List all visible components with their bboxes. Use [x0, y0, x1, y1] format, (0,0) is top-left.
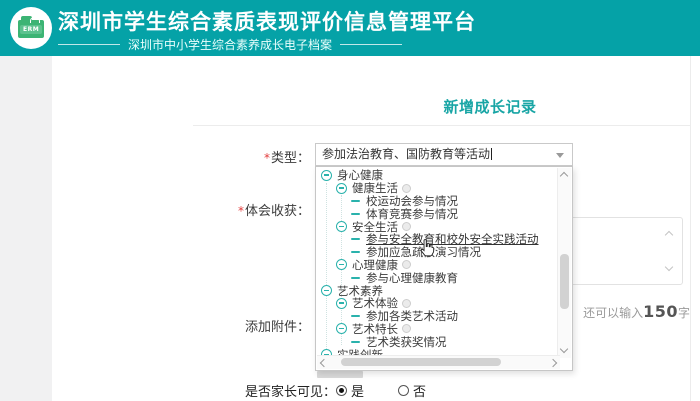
required-marker: *	[264, 151, 270, 165]
app-subtitle: 深圳市中小学生综合素养成长电子档案	[58, 36, 458, 53]
subtitle-line-left	[58, 44, 120, 45]
text-caret	[491, 148, 492, 160]
parent-visible-option[interactable]: 否	[398, 381, 426, 400]
scroll-right-icon[interactable]	[549, 359, 557, 367]
type-select-value: 参加法治教育、国防教育等活动	[322, 147, 490, 161]
subtitle-line-right	[340, 44, 402, 45]
section-divider	[193, 125, 690, 126]
collapse-icon[interactable]	[336, 183, 347, 194]
leaf-dash-icon	[351, 200, 360, 202]
collapse-icon[interactable]	[336, 323, 347, 334]
node-badge-icon	[402, 299, 411, 308]
folder-icon: ERM	[18, 20, 44, 38]
type-label: *类型：	[200, 147, 310, 166]
scrollbar-thumb[interactable]	[341, 358, 501, 366]
leaf-dash-icon	[351, 315, 360, 317]
collapse-icon[interactable]	[336, 221, 347, 232]
scroll-left-icon[interactable]	[320, 359, 328, 367]
attachment-label: 添加附件：	[200, 316, 310, 335]
experience-label: *体会收获：	[200, 200, 310, 219]
scroll-down-icon[interactable]	[665, 263, 673, 271]
collapsed-sidebar	[0, 56, 52, 401]
scroll-up-icon[interactable]	[665, 231, 673, 239]
collapse-icon[interactable]	[336, 259, 347, 270]
logo-text: ERM	[20, 25, 42, 34]
leaf-dash-icon	[351, 251, 360, 253]
scroll-down-icon[interactable]	[560, 345, 568, 353]
radio-icon[interactable]	[336, 385, 347, 396]
app-subtitle-text: 深圳市中小学生综合素养成长电子档案	[120, 36, 340, 53]
parent-visible-option[interactable]: 是	[336, 381, 364, 400]
horizontal-scrollbar[interactable]	[317, 355, 560, 369]
radio-label: 否	[413, 381, 426, 400]
parent-visible-label: 是否家长可见：	[245, 381, 336, 400]
app-title: 深圳市学生综合素质表现评价信息管理平台	[58, 6, 458, 36]
scrollbar-thumb[interactable]	[560, 254, 569, 309]
upload-button[interactable]	[317, 371, 363, 378]
scroll-up-icon[interactable]	[560, 172, 568, 180]
collapse-icon[interactable]	[336, 298, 347, 309]
node-badge-icon	[402, 222, 411, 231]
node-badge-icon	[402, 184, 411, 193]
leaf-dash-icon	[351, 238, 360, 240]
type-tree: 身心健康健康生活校运动会参与情况体育竞赛参与情况安全生活参与安全教育和校外安全实…	[318, 169, 558, 357]
parent-visible-row: 是否家长可见： 是 否	[245, 381, 460, 400]
page-scroll-edge	[690, 56, 691, 401]
vertical-scrollbar[interactable]	[557, 168, 571, 358]
radio-icon[interactable]	[398, 385, 409, 396]
app-logo-icon: ERM	[10, 7, 52, 49]
node-badge-icon	[402, 260, 411, 269]
type-dropdown-panel: 身心健康健康生活校运动会参与情况体育竞赛参与情况安全生活参与安全教育和校外安全实…	[315, 166, 573, 371]
leaf-dash-icon	[351, 213, 360, 215]
leaf-dash-icon	[351, 277, 360, 279]
collapse-icon[interactable]	[321, 170, 332, 181]
app-header: ERM 深圳市学生综合素质表现评价信息管理平台 深圳市中小学生综合素养成长电子档…	[0, 0, 700, 56]
page-title: 新增成长记录	[410, 96, 570, 117]
collapse-icon[interactable]	[321, 285, 332, 296]
app-window: ERM 深圳市学生综合素质表现评价信息管理平台 深圳市中小学生综合素养成长电子档…	[0, 0, 700, 401]
chevron-down-icon[interactable]	[556, 153, 564, 158]
radio-label: 是	[351, 381, 364, 400]
required-marker: *	[238, 204, 244, 218]
node-badge-icon	[402, 324, 411, 333]
leaf-dash-icon	[351, 341, 360, 343]
type-select-input[interactable]: 参加法治教育、国防教育等活动	[315, 143, 573, 166]
